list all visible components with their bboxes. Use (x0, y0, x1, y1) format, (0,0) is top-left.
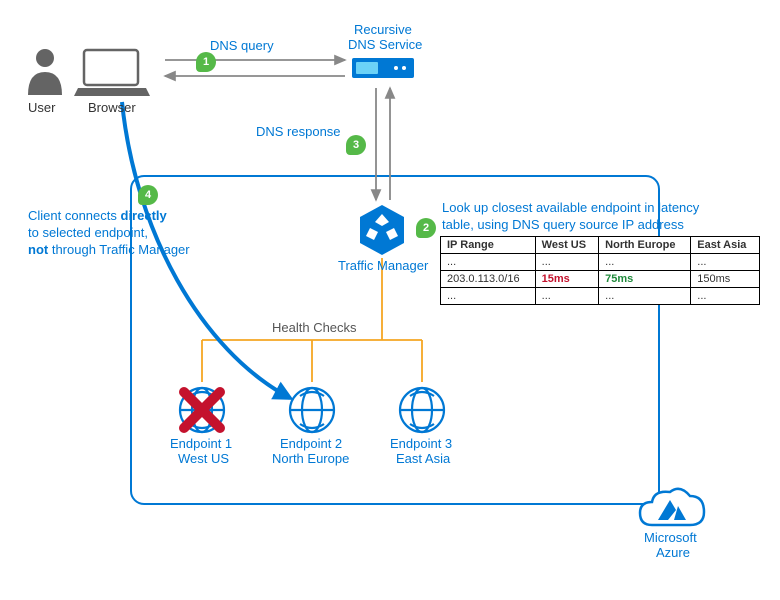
ep1-label-a: Endpoint 1 (170, 436, 232, 452)
ep2-label-a: Endpoint 2 (280, 436, 342, 452)
dns-server-icon (352, 58, 414, 78)
table-row: 203.0.113.0/16 15ms 75ms 150ms (441, 271, 760, 288)
table-row: ... ... ... ... (441, 288, 760, 305)
browser-label: Browser (88, 100, 136, 116)
th-westus: West US (535, 237, 599, 254)
latency-neu: 75ms (599, 271, 691, 288)
azure-label-b: Azure (656, 545, 690, 561)
tm-label: Traffic Manager (338, 258, 428, 274)
latency-table: IP Range West US North Europe East Asia … (440, 236, 760, 305)
step2-line1: Look up closest available endpoint in la… (442, 200, 699, 215)
th-ip: IP Range (441, 237, 536, 254)
browser-icon (74, 50, 150, 96)
step1-text: DNS query (210, 38, 274, 55)
latency-ea: 150ms (691, 271, 760, 288)
step2-text: Look up closest available endpoint in la… (442, 200, 772, 234)
step1-badge: 1 (196, 52, 216, 72)
user-icon (28, 49, 62, 95)
table-header-row: IP Range West US North Europe East Asia (441, 237, 760, 254)
user-label: User (28, 100, 55, 116)
azure-label-a: Microsoft (644, 530, 697, 546)
ep3-label-b: East Asia (396, 451, 450, 467)
dns-label-1: Recursive (354, 22, 412, 38)
step2-badge: 2 (416, 218, 436, 238)
step4-badge: 4 (138, 185, 158, 205)
ep1-label-b: West US (178, 451, 229, 467)
step4-text: Client connects directly to selected end… (28, 208, 228, 259)
step3-badge: 3 (346, 135, 366, 155)
step3-text: DNS response (256, 124, 341, 141)
th-neu: North Europe (599, 237, 691, 254)
th-ea: East Asia (691, 237, 760, 254)
step2-line2: table, using DNS query source IP address (442, 217, 684, 232)
dns-label-2: DNS Service (348, 37, 422, 53)
health-checks-label: Health Checks (272, 320, 357, 336)
latency-westus: 15ms (535, 271, 599, 288)
ep3-label-a: Endpoint 3 (390, 436, 452, 452)
table-row: ... ... ... ... (441, 254, 760, 271)
ep2-label-b: North Europe (272, 451, 349, 467)
